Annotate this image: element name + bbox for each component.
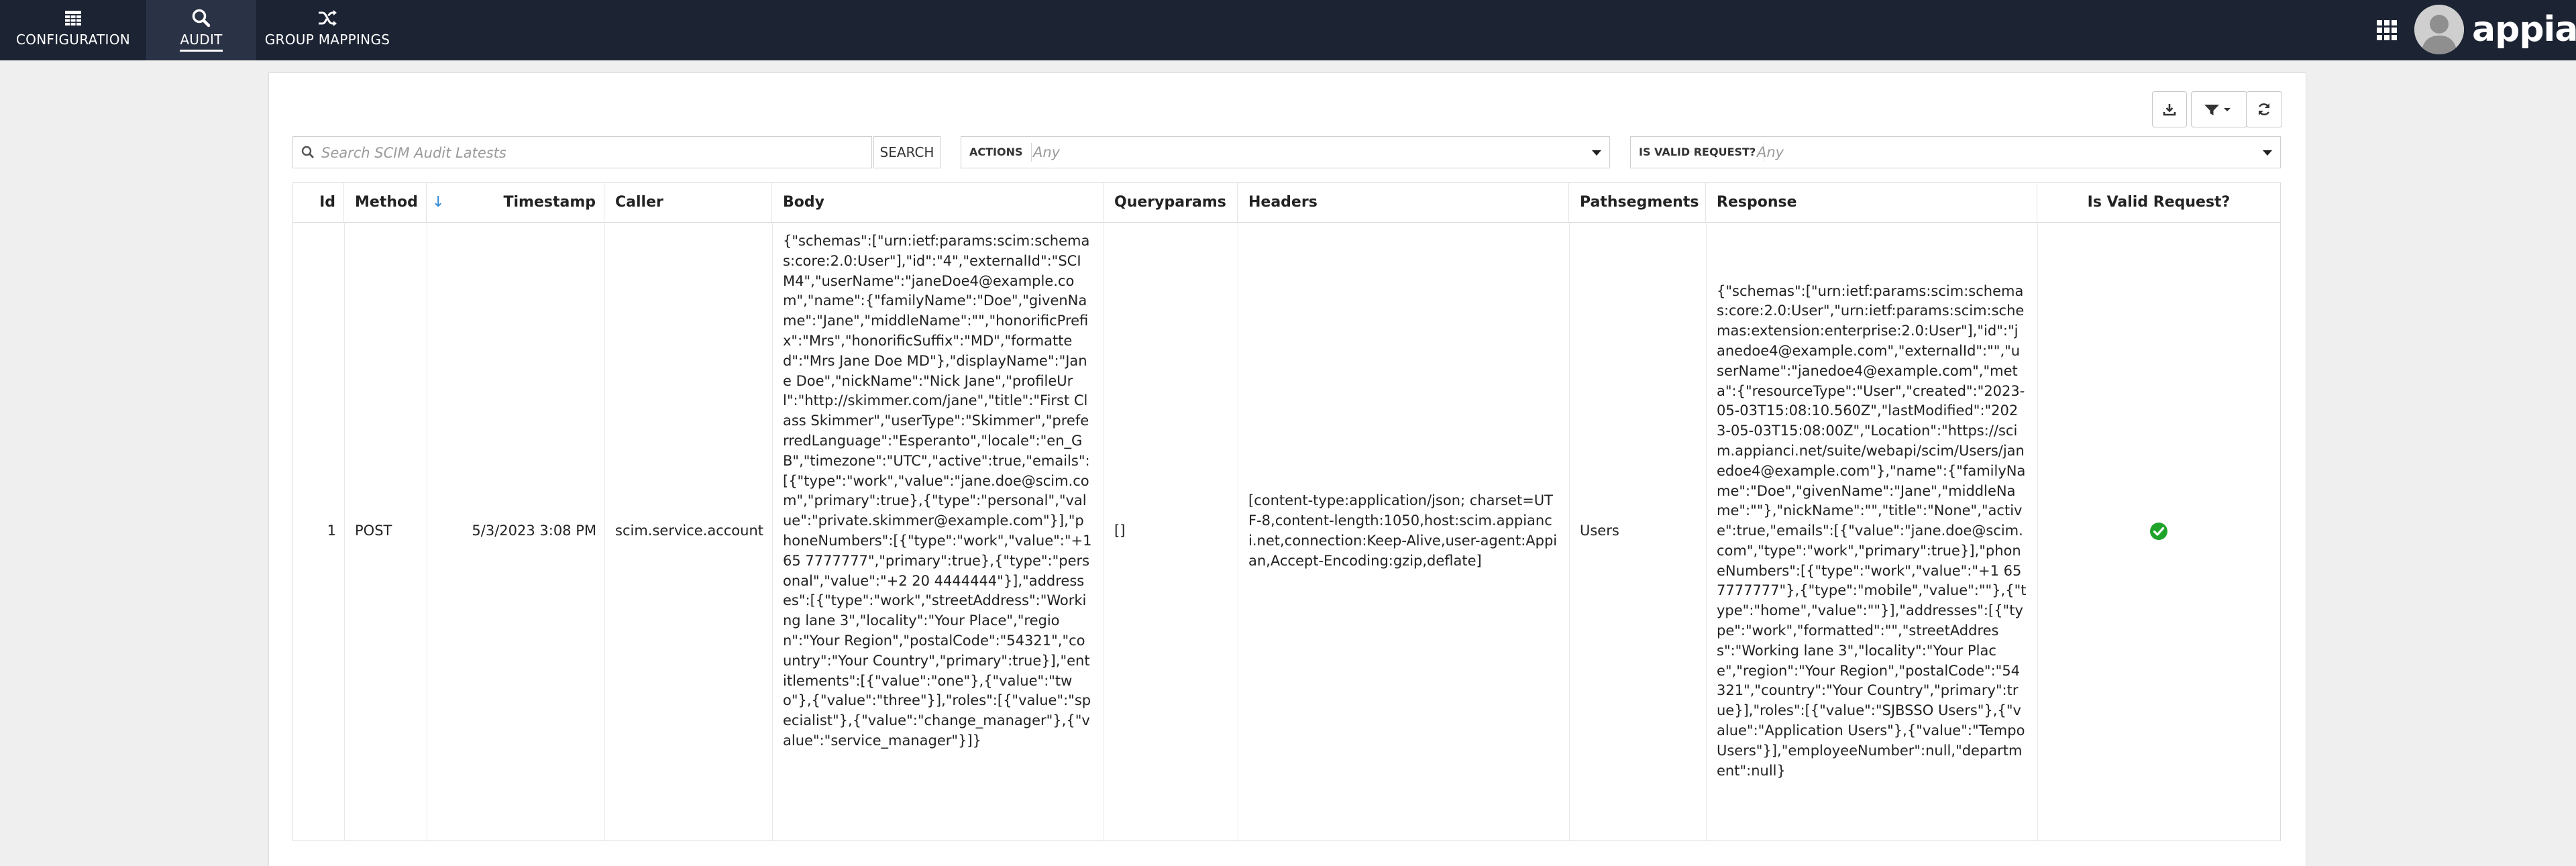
top-navigation-bar: CONFIGURATION AUDIT GROUP MAPPINGS appia [0,0,2576,60]
column-header-caller[interactable]: Caller [604,183,772,222]
tab-audit[interactable]: AUDIT [146,0,256,60]
search-button[interactable]: SEARCH [873,136,941,168]
table-row[interactable]: 1 POST 5/3/2023 3:08 PM scim.service.acc… [293,222,2280,841]
actions-filter-label: ACTIONS [969,143,1032,162]
column-header-id[interactable]: Id [293,183,344,222]
is-valid-request-filter-label: IS VALID REQUEST? [1639,143,1765,162]
download-icon [2163,104,2176,116]
search-field[interactable] [292,136,872,169]
filter-icon [2204,105,2231,115]
cell-caller: scim.service.account [615,523,764,539]
is-valid-request-filter-dropdown[interactable]: IS VALID REQUEST? Any [1630,136,2281,168]
column-header-headers[interactable]: Headers [1238,183,1569,222]
user-silhouette-icon [2414,5,2464,54]
tab-configuration-label: CONFIGURATION [15,32,131,48]
actions-filter-dropdown[interactable]: ACTIONS Any [961,136,1610,168]
user-avatar[interactable] [2414,5,2464,54]
refresh-icon [2258,103,2270,115]
column-header-timestamp[interactable]: Timestamp [427,183,604,222]
cell-pathsegments: Users [1580,523,1619,539]
search-input[interactable] [320,137,866,169]
tab-group-mappings-label: GROUP MAPPINGS [264,32,390,48]
shuffle-icon [319,10,337,26]
cell-body: {"schemas":["urn:ietf:params:scim:schema… [783,233,1092,749]
appian-logo: appian [2472,9,2576,50]
chevron-down-icon [1592,150,1601,156]
table-icon [65,11,81,25]
refresh-button[interactable] [2246,91,2282,127]
column-header-pathsegments[interactable]: Pathsegments [1569,183,1706,222]
table-header: Id Method ↓ Timestamp Caller Body Queryp… [293,183,2280,223]
cell-is-valid-request [2037,222,2280,841]
tab-audit-label: AUDIT [180,32,223,52]
column-header-body[interactable]: Body [772,183,1104,222]
check-circle-icon [2150,523,2167,540]
cell-id: 1 [327,523,336,539]
cell-timestamp: 5/3/2023 3:08 PM [472,523,596,539]
column-header-method[interactable]: Method [344,183,427,222]
tab-group-mappings[interactable]: GROUP MAPPINGS [256,0,398,60]
audit-table: Id Method ↓ Timestamp Caller Body Queryp… [292,182,2281,841]
actions-filter-value: Any [1033,144,1061,160]
app-launcher-icon[interactable] [2375,18,2399,42]
cell-queryparams: [] [1114,523,1126,539]
tab-configuration[interactable]: CONFIGURATION [0,0,146,60]
filter-menu-button[interactable] [2191,91,2247,127]
cell-headers: [content-type:application/json; charset=… [1248,492,1558,569]
is-valid-request-filter-value: Any [1757,144,1784,160]
chevron-down-icon [2263,150,2272,156]
column-header-queryparams[interactable]: Queryparams [1104,183,1238,222]
column-header-is-valid-request[interactable]: Is Valid Request? [2037,183,2280,222]
search-icon [192,9,211,28]
search-icon [301,146,314,158]
cell-response: {"schemas":["urn:ietf:params:scim:schema… [1717,282,2027,779]
download-button[interactable] [2152,91,2187,127]
cell-method: POST [355,523,392,539]
column-header-response[interactable]: Response [1706,183,2037,222]
